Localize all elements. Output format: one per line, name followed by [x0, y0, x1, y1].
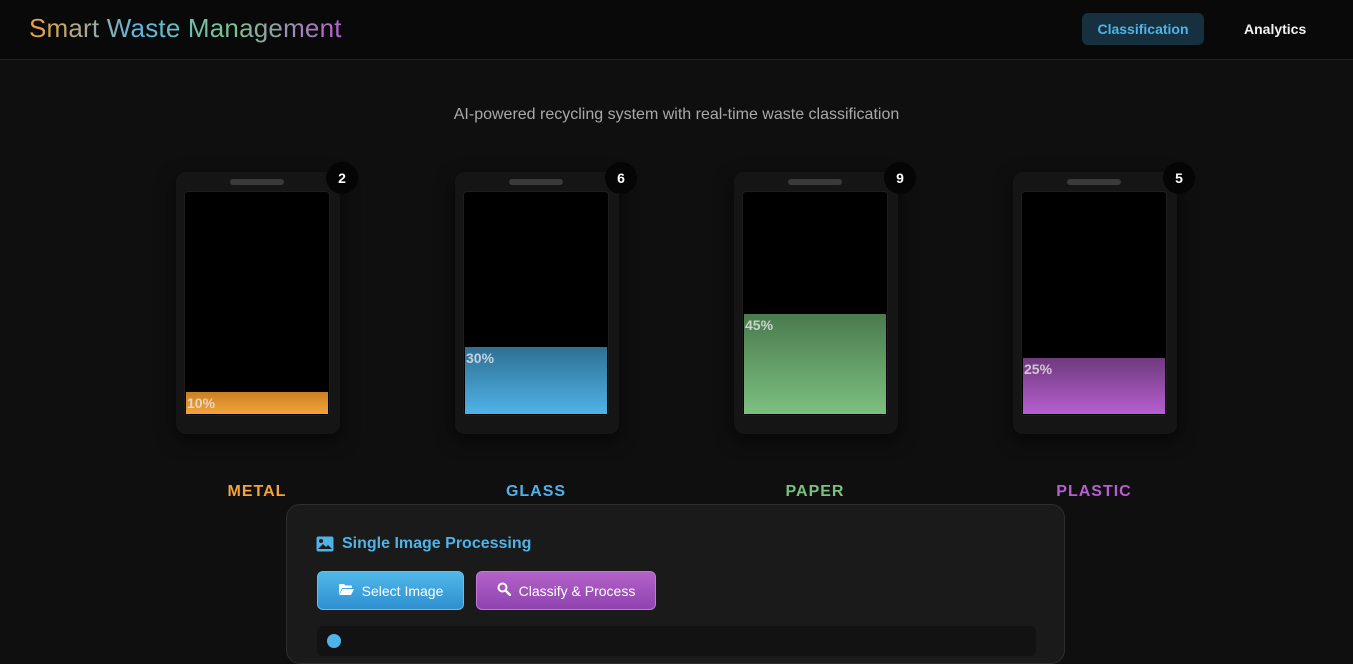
bin-fill-percent: 25%	[1024, 361, 1053, 377]
panel-title: Single Image Processing	[316, 535, 531, 553]
bin-handle	[509, 179, 563, 185]
bin-body: 45%	[742, 191, 888, 416]
classify-process-button[interactable]: Classify & Process	[476, 571, 656, 610]
bin-glass: 30% 6	[455, 162, 637, 438]
bin-count-badge: 5	[1163, 162, 1195, 194]
bin-body: 30%	[463, 191, 609, 416]
bin-fill-percent: 30%	[466, 350, 495, 366]
bin-fill-percent: 45%	[745, 317, 774, 333]
bin-label-glass: GLASS	[505, 483, 567, 500]
image-icon	[316, 536, 334, 552]
panel-title-text: Single Image Processing	[342, 535, 532, 552]
select-image-label: Select Image	[361, 582, 444, 599]
single-image-panel: Single Image Processing Select Image Cla…	[286, 504, 1065, 664]
classify-process-label: Classify & Process	[518, 582, 636, 599]
top-bar: Smart Waste Management Classification An…	[0, 0, 1353, 60]
bin-paper: 45% 9	[734, 162, 916, 438]
nav-tab-analytics[interactable]: Analytics	[1230, 13, 1320, 45]
bin-handle	[788, 179, 842, 185]
page-subtitle: AI-powered recycling system with real-ti…	[453, 106, 900, 123]
info-icon	[327, 634, 341, 648]
search-icon	[497, 582, 511, 599]
bin-body: 25%	[1021, 191, 1167, 416]
select-image-button[interactable]: Select Image	[317, 571, 464, 610]
bin-label-metal: METAL	[227, 483, 287, 500]
bin-label-paper: PAPER	[785, 483, 845, 500]
status-strip	[317, 626, 1036, 656]
bin-count-badge: 2	[326, 162, 358, 194]
bin-count-badge: 6	[605, 162, 637, 194]
nav-tab-classification[interactable]: Classification	[1082, 13, 1204, 45]
app-title: Smart Waste Management	[29, 13, 342, 43]
bin-handle	[230, 179, 284, 185]
bin-body: 10%	[184, 191, 330, 416]
folder-open-icon	[338, 583, 354, 599]
bin-label-plastic: PLASTIC	[1056, 483, 1132, 500]
bin-plastic: 25% 5	[1013, 162, 1195, 438]
bin-fill-percent: 10%	[187, 395, 216, 411]
bin-metal: 10% 2	[176, 162, 358, 438]
bin-count-badge: 9	[884, 162, 916, 194]
bin-handle	[1067, 179, 1121, 185]
